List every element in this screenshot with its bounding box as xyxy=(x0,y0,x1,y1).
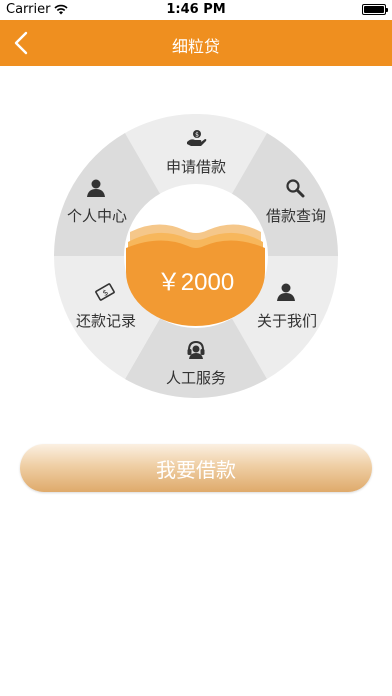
hand-coin-icon: $ xyxy=(187,130,207,146)
user-icon xyxy=(87,179,105,197)
status-bar: Carrier 1:46 PM xyxy=(0,0,392,20)
search-icon xyxy=(286,179,305,198)
menu-profile-label: 个人中心 xyxy=(66,207,128,225)
menu-customer-service-label: 人工服务 xyxy=(165,369,227,387)
battery-icon xyxy=(362,4,388,15)
borrow-button[interactable]: 我要借款 xyxy=(20,444,372,492)
nav-bar: 细粒贷 xyxy=(0,20,392,66)
borrow-button-label: 我要借款 xyxy=(156,457,236,482)
amount-value: ￥2000 xyxy=(156,269,235,296)
status-time: 1:46 PM xyxy=(166,2,226,17)
menu-apply-loan-label: 申请借款 xyxy=(165,158,227,176)
headset-icon xyxy=(187,340,205,359)
menu-loan-query-label: 借款查询 xyxy=(265,207,327,225)
receipt-icon: $ xyxy=(95,283,115,301)
svg-text:$: $ xyxy=(195,132,199,139)
page-title: 细粒贷 xyxy=(171,37,220,56)
loan-amount-display[interactable]: ￥2000 xyxy=(124,212,267,326)
person-icon xyxy=(277,283,295,301)
